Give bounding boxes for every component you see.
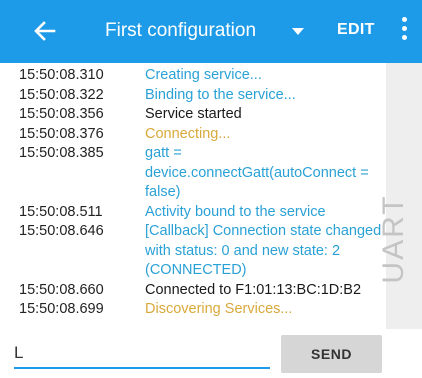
page-title[interactable]: First configuration: [105, 19, 256, 43]
log-entry-time: 15:50:08.699: [19, 301, 104, 317]
more-vertical-icon: [396, 17, 412, 40]
log-entry-message: Activity bound to the service: [145, 203, 326, 220]
log-entry-time: 15:50:08.511: [19, 203, 103, 220]
log-entry-time: 15:50:08.660: [19, 281, 104, 298]
log-entry: 15:50:08.699 Discovering Services...: [0, 300, 386, 320]
log-entry: 15:50:08.385 gatt = device.connectGatt(au…: [0, 144, 386, 203]
log-entry: 15:50:08.511 Activity bound to the servic…: [0, 203, 386, 223]
log-entry-message: Connected to F1:01:13:BC:1D:B2: [145, 281, 362, 298]
log-entry-time: 15:50:08.646: [19, 223, 104, 239]
log-entry-message: gatt = device.connectGatt(autoConnect = …: [145, 145, 369, 200]
edit-button[interactable]: EDIT: [337, 21, 375, 39]
log-entry-message: Binding to the service...: [145, 86, 296, 103]
log-entry-time: 15:50:08.310: [19, 67, 104, 83]
log-entry-message: Service started: [145, 106, 242, 122]
side-panel[interactable]: UART: [377, 63, 422, 329]
app-bar: First configuration EDIT: [0, 0, 422, 63]
back-button[interactable]: [30, 16, 60, 46]
triangle-down-icon: [292, 28, 304, 35]
log-list[interactable]: 15:50:08.310 Creating service... 15:50:08.…: [0, 63, 386, 329]
configuration-dropdown[interactable]: [286, 24, 310, 40]
log-entry: 15:50:08.310 Creating service...: [0, 66, 386, 86]
command-input[interactable]: [14, 339, 270, 369]
log-entry: 15:50:08.322 Binding to the service...: [0, 86, 386, 106]
log-entry: 15:50:08.356 Service started: [0, 105, 386, 125]
log-entry-message: [Callback] Connection state changed with…: [145, 223, 382, 278]
overflow-menu-button[interactable]: [396, 17, 412, 47]
log-entry-message: Connecting...: [145, 125, 231, 142]
side-panel-label: UART: [377, 194, 410, 284]
send-button[interactable]: SEND: [281, 335, 382, 373]
log-entry-time: 15:50:08.376: [19, 125, 104, 142]
input-bar: SEND: [0, 329, 422, 378]
log-entry-message: Discovering Services...: [145, 301, 293, 317]
log-entry: 15:50:08.376 Connecting...: [0, 125, 386, 145]
log-entry-time: 15:50:08.322: [19, 86, 104, 103]
log-entry-time: 15:50:08.385: [19, 145, 104, 161]
arrow-left-icon: [34, 21, 56, 41]
log-entry-time: 15:50:08.356: [19, 106, 104, 122]
log-entry: 15:50:08.646 [Callback] Connection state …: [0, 222, 386, 281]
log-entry-message: Creating service...: [145, 67, 262, 83]
log-entries: 15:50:08.310 Creating service... 15:50:08.…: [0, 66, 386, 320]
log-entry: 15:50:08.660 Connected to F1:01:13:BC:1D:…: [0, 281, 386, 301]
